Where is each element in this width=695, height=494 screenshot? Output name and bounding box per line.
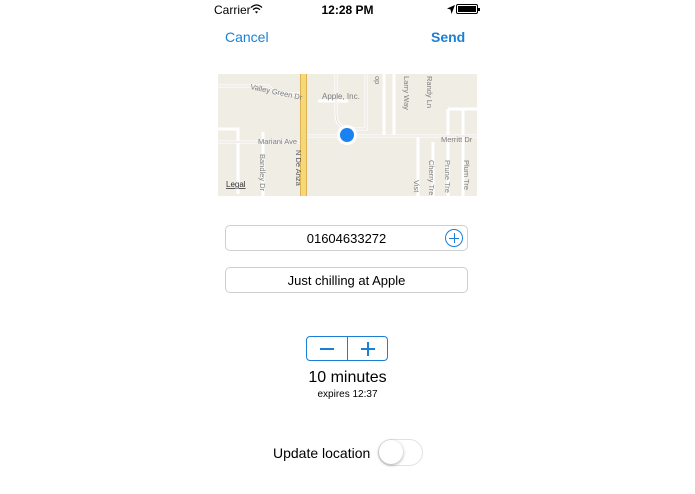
send-button[interactable]: Send [431, 29, 465, 45]
map-legal-link[interactable]: Legal [226, 180, 246, 189]
status-bar: Carrier 12:28 PM [0, 0, 695, 20]
status-message-value: Just chilling at Apple [287, 273, 406, 288]
location-arrow-icon [447, 3, 455, 17]
map-view[interactable]: Valley Green Dr Apple, Inc. Larry Way Ra… [218, 74, 477, 196]
update-location-toggle[interactable] [378, 439, 423, 466]
map-label-merritt-dr: Merritt Dr [441, 135, 473, 144]
battery-icon [456, 4, 480, 14]
map-label-bandley-dr: Bandley Dr [258, 154, 267, 192]
map-label-mariani-ave: Mariani Ave [258, 137, 297, 146]
map-label-vista: Vist [412, 180, 421, 193]
minus-icon[interactable] [307, 337, 348, 360]
phone-number-value: 01604633272 [306, 231, 387, 246]
duration-label: 10 minutes [308, 369, 387, 386]
add-circle-icon[interactable] [445, 229, 463, 247]
map-label-cherry-tree: Cherry Tre [427, 160, 436, 195]
current-location-dot [340, 128, 354, 142]
map-label-valley-green: Valley Green Dr [250, 82, 304, 102]
map-label-n-de-anza: N De Anza [294, 150, 303, 187]
expires-label: expires 12:37 [317, 389, 378, 400]
map-label-loop: op [373, 76, 382, 84]
plus-icon[interactable] [348, 337, 388, 360]
cancel-button[interactable]: Cancel [225, 29, 269, 45]
status-time: 12:28 PM [321, 3, 374, 17]
map-label-prune-tree: Prune Tre [443, 160, 452, 193]
toggle-knob [379, 440, 403, 464]
map-label-randy-ln: Randy Ln [425, 76, 434, 108]
status-message-field[interactable]: Just chilling at Apple [225, 267, 468, 293]
update-location-label: Update location [273, 445, 371, 461]
map-label-apple-inc: Apple, Inc. [322, 92, 360, 101]
phone-number-field[interactable]: 01604633272 [225, 225, 468, 251]
map-label-plum-tree: Plum Tre [462, 160, 471, 190]
duration-stepper[interactable] [306, 336, 388, 361]
map-label-larry-way: Larry Way [402, 76, 411, 110]
